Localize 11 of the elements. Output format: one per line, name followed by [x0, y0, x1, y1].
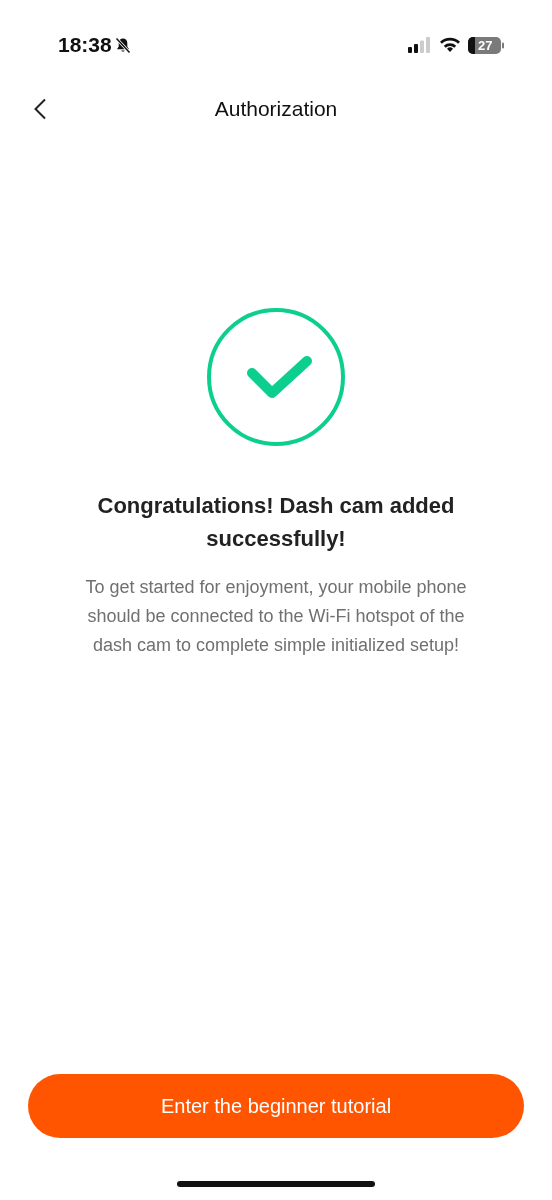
wifi-icon	[439, 37, 461, 53]
tutorial-button[interactable]: Enter the beginner tutorial	[28, 1074, 524, 1138]
check-circle-icon	[206, 307, 346, 447]
signal-icon	[408, 37, 432, 53]
setup-message: To get started for enjoyment, your mobile phone should be connected to the Wi‑Fi hotspot of the dash cam to complete simple initialized setup!	[84, 576, 468, 657]
muted-bell-icon	[114, 36, 131, 54]
battery-icon	[468, 36, 504, 54]
success-heading: Congratulations! Dash cam added successfully!	[96, 492, 456, 553]
battery-level-text: 27	[478, 36, 493, 54]
status-time: 18:38	[58, 33, 112, 57]
page-title: Authorization	[214, 97, 338, 121]
